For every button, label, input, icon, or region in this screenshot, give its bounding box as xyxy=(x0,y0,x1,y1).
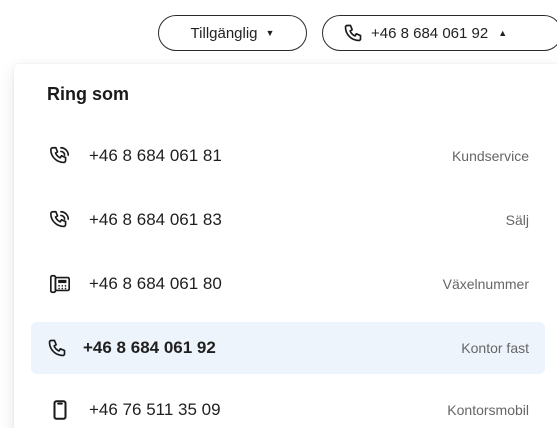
call-forward-phone-icon xyxy=(49,209,71,231)
call-as-dropdown: Ring som +46 8 684 061 81 Kundservice +4… xyxy=(14,64,557,428)
caller-option-kontorsmobil[interactable]: +46 76 511 35 09 Kontorsmobil xyxy=(31,384,545,428)
option-label: Växelnummer xyxy=(442,276,529,292)
caller-option-kundservice[interactable]: +46 8 684 061 81 Kundservice xyxy=(31,130,545,182)
switchboard-phone-icon xyxy=(49,273,71,295)
caret-up-icon: ▲ xyxy=(498,27,508,38)
dropdown-title: Ring som xyxy=(47,84,130,104)
option-number: +46 76 511 35 09 xyxy=(89,400,221,419)
option-label: Sälj xyxy=(505,212,529,228)
caller-option-kontor-fast[interactable]: +46 8 684 061 92 Kontor fast xyxy=(31,322,545,374)
caret-down-icon: ▼ xyxy=(265,27,275,38)
availability-status-button[interactable]: Tillgänglig ▼ xyxy=(158,15,307,51)
call-forward-phone-icon xyxy=(49,145,71,167)
caller-option-vaxelnummer[interactable]: +46 8 684 061 80 Växelnummer xyxy=(31,258,545,310)
option-number: +46 8 684 061 80 xyxy=(89,274,222,293)
caller-id-button[interactable]: +46 8 684 061 92 ▲ xyxy=(322,15,557,51)
option-label: Kontorsmobil xyxy=(447,402,529,418)
option-label: Kontor fast xyxy=(461,340,529,356)
call-as-screen: Tillgänglig ▼ +46 8 684 061 92 ▲ Ring so… xyxy=(0,0,557,428)
phone-icon xyxy=(46,337,68,359)
option-number: +46 8 684 061 81 xyxy=(89,146,222,165)
phone-icon xyxy=(343,23,363,43)
caller-option-salj[interactable]: +46 8 684 061 83 Sälj xyxy=(31,194,545,246)
mobile-phone-icon xyxy=(49,399,71,421)
availability-status-label: Tillgänglig xyxy=(190,24,258,42)
option-label: Kundservice xyxy=(451,148,529,164)
option-number: +46 8 684 061 92 xyxy=(83,338,216,357)
caller-id-label: +46 8 684 061 92 xyxy=(371,24,489,42)
option-number: +46 8 684 061 83 xyxy=(89,210,222,229)
